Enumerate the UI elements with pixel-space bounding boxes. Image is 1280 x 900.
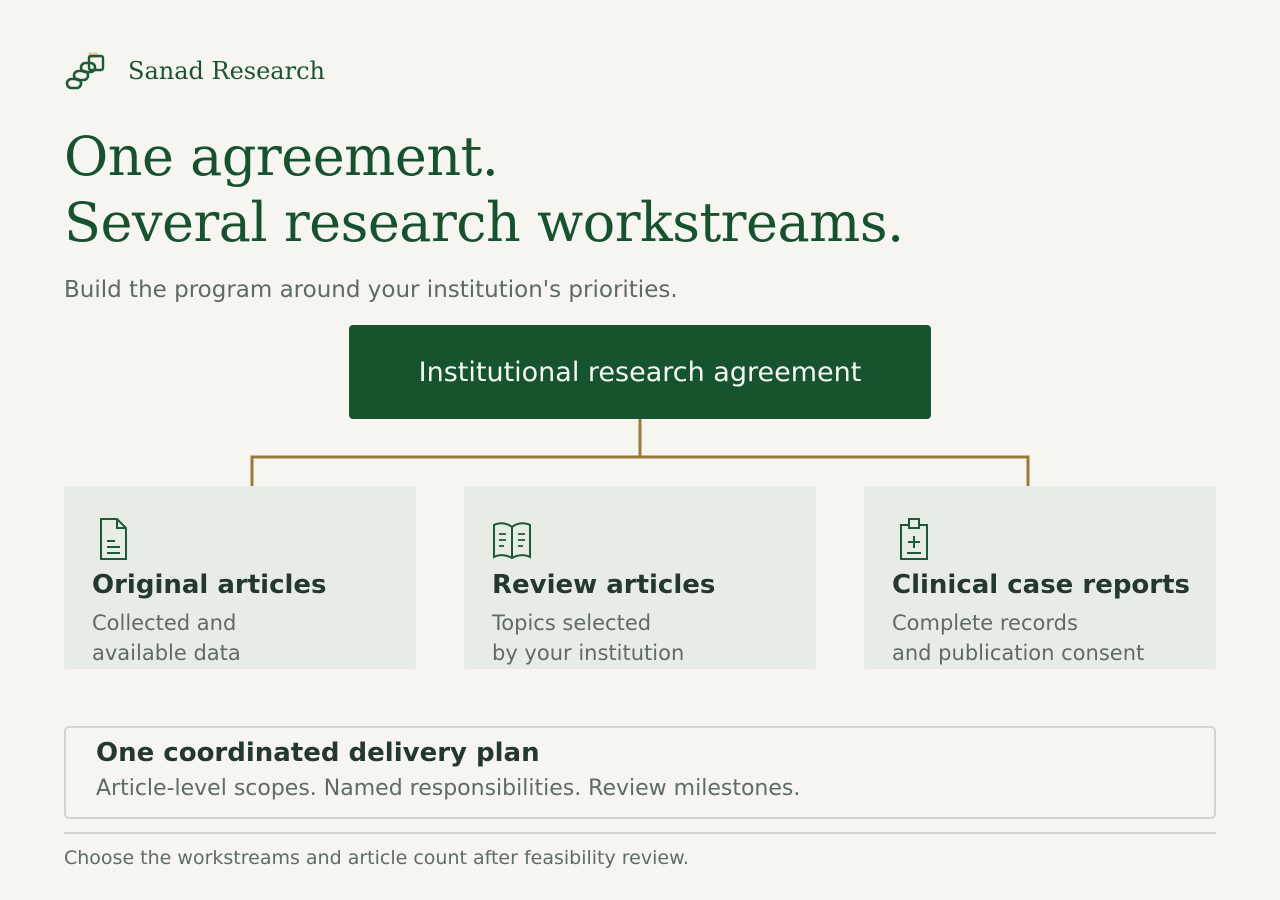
delivery-plan-title: One coordinated delivery plan: [96, 738, 540, 768]
medical-clipboard-icon: [900, 518, 928, 560]
workstream-description-line: Collected and: [92, 611, 237, 635]
connector-line: [250, 419, 1030, 487]
headline-line-1: One agreement.: [64, 125, 499, 188]
workstream-description-line: and publication consent: [892, 641, 1145, 665]
workstream-card-original-articles: Original articles Collected and availabl…: [64, 486, 416, 669]
workstream-description-line: by your institution: [492, 641, 685, 665]
workstream-card-review-articles: Review articles Topics selected by your …: [464, 486, 816, 669]
document-icon: [100, 518, 127, 560]
divider: [64, 832, 1216, 834]
workstream-description: Complete records and publication consent: [892, 608, 1216, 668]
workstream-title: Clinical case reports: [892, 570, 1191, 600]
workstream-card-clinical-case-reports: Clinical case reports Complete records a…: [864, 486, 1216, 669]
subtitle: Build the program around your institutio…: [64, 277, 678, 303]
workstream-description: Topics selected by your institution: [492, 608, 816, 668]
headline: One agreement. Several research workstre…: [64, 124, 904, 256]
workstream-description-line: Complete records: [892, 611, 1078, 635]
workstream-description-line: available data: [92, 641, 241, 665]
workstream-description-line: Topics selected: [492, 611, 652, 635]
agreement-node: Institutional research agreement: [349, 325, 931, 419]
headline-line-2: Several research workstreams.: [64, 191, 904, 254]
agreement-node-label: Institutional research agreement: [418, 356, 862, 388]
workstream-title: Original articles: [92, 570, 327, 600]
brand[interactable]: Sanad Research: [64, 48, 325, 94]
workstream-title: Review articles: [492, 570, 716, 600]
workstream-description: Collected and available data: [92, 608, 416, 668]
delivery-plan-box: One coordinated delivery plan Article-le…: [64, 726, 1216, 819]
delivery-plan-description: Article-level scopes. Named responsibili…: [96, 776, 801, 801]
brand-name: Sanad Research: [128, 57, 325, 85]
footnote: Choose the workstreams and article count…: [64, 847, 689, 869]
open-book-icon: [493, 522, 531, 560]
linked-rings-logo-icon: [65, 51, 105, 90]
